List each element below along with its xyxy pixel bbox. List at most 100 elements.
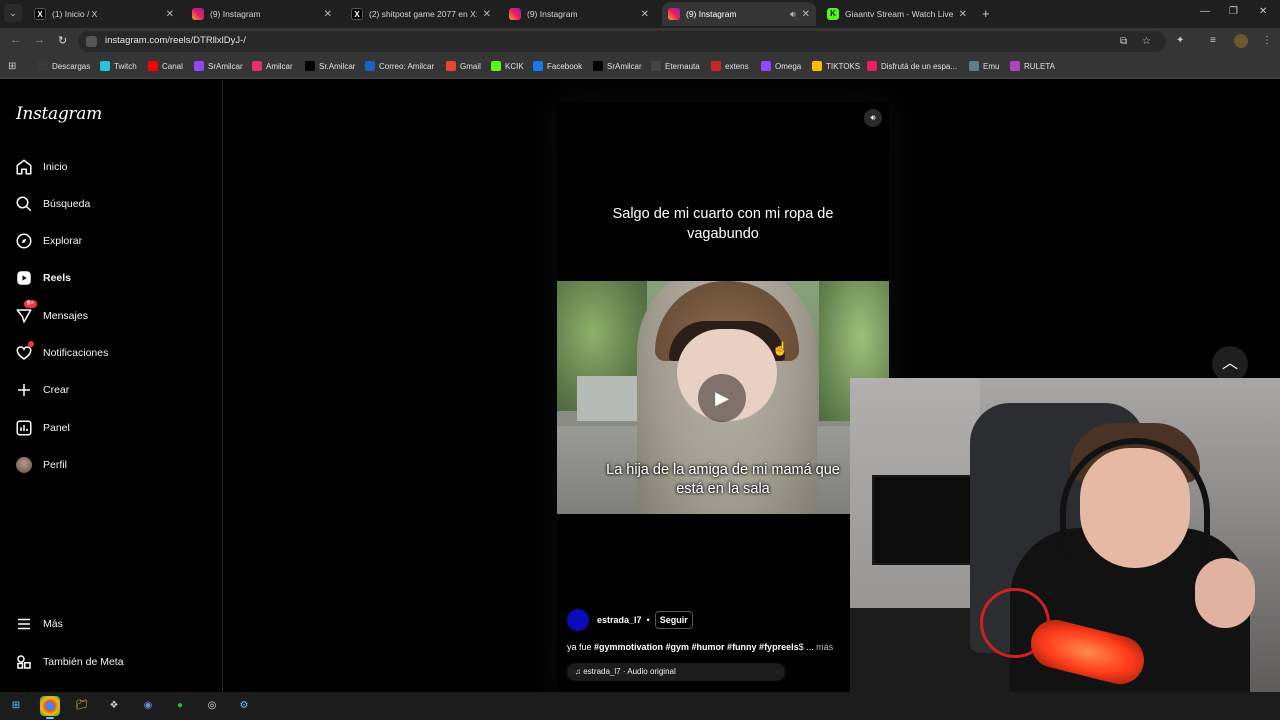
nav-reels[interactable]: Reels — [14, 266, 71, 290]
nav-inicio[interactable]: Inicio — [14, 155, 68, 179]
x-logo-icon: X — [351, 8, 363, 20]
more-link[interactable]: más — [816, 642, 833, 652]
tab-search-button[interactable]: ⌄ — [4, 4, 22, 22]
steam-icon[interactable]: ⚙ — [234, 696, 254, 716]
close-tab-icon[interactable]: ✕ — [959, 9, 967, 20]
install-app-icon[interactable]: ⧉ — [1120, 36, 1127, 47]
bookmark-star-icon[interactable]: ☆ — [1142, 36, 1151, 47]
bookmark-label: extens — [725, 61, 749, 71]
hand-cursor-icon: ☝ — [772, 341, 789, 356]
bookmark-label: Facebook — [547, 61, 583, 71]
hashtags[interactable]: #gymmotivation #gym #humor #funny #fypre… — [594, 642, 799, 652]
tab-instagram-active[interactable]: (9) Instagram 🔊︎ ✕ — [662, 2, 816, 26]
nav-perfil[interactable]: Perfil — [14, 453, 67, 477]
bookmark-item[interactable]: SrAmilcar — [194, 61, 243, 71]
bookmark-item[interactable]: Emu — [969, 61, 999, 71]
back-icon[interactable]: ← — [10, 34, 21, 46]
nav-tambien-de-meta[interactable]: También de Meta — [14, 650, 124, 674]
nav-notificaciones[interactable]: Notificaciones — [14, 341, 108, 365]
follow-button[interactable]: Seguir — [654, 611, 693, 629]
bookmark-item[interactable]: SrAmilcar — [593, 61, 642, 71]
site-info-icon[interactable] — [86, 36, 97, 47]
close-tab-icon[interactable]: ✕ — [483, 9, 491, 20]
author-avatar[interactable] — [567, 609, 589, 631]
speaker-icon[interactable]: 🔊︎ — [864, 109, 882, 127]
tab-x-home[interactable]: X (1) Inicio / X ✕ — [28, 2, 180, 26]
reel-video[interactable]: ▶ La hija de la amiga de mi mamá que est… — [557, 281, 889, 514]
bookmark-item[interactable]: Descargas — [38, 61, 90, 71]
discord-icon[interactable]: ◉ — [138, 696, 158, 716]
windows-start-icon[interactable]: ⊞ — [6, 696, 26, 716]
bookmark-item[interactable]: Twitch — [100, 61, 137, 71]
bookmark-label: Omega — [775, 61, 802, 71]
chrome-menu-icon[interactable]: ⋮ — [1262, 35, 1272, 46]
close-tab-icon[interactable]: ✕ — [324, 9, 332, 20]
search-icon — [14, 194, 34, 214]
apps-grid-icon[interactable]: ⊞ — [8, 61, 16, 72]
bookmark-item[interactable]: Amilcar — [252, 61, 293, 71]
kick-icon: K — [827, 8, 839, 20]
download-icon — [38, 61, 48, 71]
bookmark-item[interactable]: TIKTOKS — [812, 61, 860, 71]
separator: • — [646, 615, 650, 625]
bookmark-item[interactable]: Sr.Amilcar — [305, 61, 355, 71]
obs-icon[interactable]: ◎ — [202, 696, 222, 716]
bookmark-item[interactable]: RULETA — [1010, 61, 1055, 71]
reel-card[interactable]: 🔊︎ Salgo de mi cuarto con mi ropa de vag… — [557, 102, 889, 692]
forward-icon[interactable]: → — [34, 34, 45, 46]
audio-chip[interactable]: ♫ estrada_l7 · Audio original — [567, 663, 785, 681]
spotify-icon[interactable]: ● — [170, 696, 190, 716]
audio-label: estrada_l7 · Audio original — [583, 667, 676, 676]
previous-reel-button[interactable]: ︿ — [1212, 346, 1248, 382]
nav-label: Mensajes — [43, 310, 88, 322]
tab-instagram-2[interactable]: (9) Instagram ✕ — [503, 2, 655, 26]
bookmark-item[interactable]: Canal — [148, 61, 183, 71]
author-username[interactable]: estrada_l7 — [597, 615, 642, 625]
close-tab-icon[interactable]: ✕ — [166, 9, 174, 20]
nav-explorar[interactable]: Explorar — [14, 229, 82, 253]
nav-mas[interactable]: Más — [14, 612, 63, 636]
bookmark-item[interactable]: Gmail — [446, 61, 481, 71]
bookmark-item[interactable]: KCIK — [491, 61, 524, 71]
kick-icon — [491, 61, 501, 71]
media-controls-icon[interactable]: ≡ — [1210, 35, 1216, 46]
chrome-icon[interactable] — [40, 696, 60, 719]
speaker-icon[interactable]: 🔊︎ — [790, 9, 796, 20]
close-tab-icon[interactable]: ✕ — [641, 9, 649, 20]
tab-title: (9) Instagram — [686, 9, 737, 19]
bookmark-item[interactable]: Facebook — [533, 61, 582, 71]
extensions-icon[interactable]: ✦ — [1176, 35, 1184, 46]
app-icon[interactable]: ❖ — [104, 696, 124, 716]
address-bar[interactable]: instagram.com/reels/DTRllxlDyJ-/ ⧉ ☆ — [78, 31, 1166, 52]
reload-icon[interactable]: ↻ — [58, 34, 67, 47]
bookmark-item[interactable]: Disfrutá de un espa... — [867, 61, 957, 71]
nav-crear[interactable]: Crear — [14, 378, 69, 402]
profile-avatar — [14, 455, 34, 475]
menu-icon — [14, 614, 34, 634]
profile-avatar[interactable] — [1234, 34, 1248, 48]
nav-panel[interactable]: Panel — [14, 416, 70, 440]
x-logo-icon: X — [34, 8, 46, 20]
tab-x-shitpost[interactable]: X (2) shitpost game 2077 en X: "h ✕ — [345, 2, 497, 26]
gmail-icon — [446, 61, 456, 71]
play-icon[interactable]: ▶ — [698, 374, 746, 422]
webcam-overlay — [850, 378, 1280, 692]
nav-busqueda[interactable]: Búsqueda — [14, 192, 90, 216]
instagram-logo[interactable]: Instagram — [16, 104, 102, 124]
nav-mensajes[interactable]: 9+ Mensajes — [14, 300, 88, 328]
minimize-icon[interactable]: — — [1200, 6, 1210, 17]
tab-instagram-1[interactable]: (9) Instagram ✕ — [186, 2, 338, 26]
bookmark-item[interactable]: Omega — [761, 61, 801, 71]
video-subtitle: La hija de la amiga de mi mamá que está … — [606, 462, 840, 497]
restore-icon[interactable]: ❐ — [1229, 6, 1238, 17]
close-window-icon[interactable]: ✕ — [1259, 6, 1267, 17]
plus-icon — [14, 380, 34, 400]
new-tab-button[interactable]: + — [982, 6, 990, 21]
bookmark-item[interactable]: Eternauta — [651, 61, 700, 71]
close-tab-icon[interactable]: ✕ — [802, 9, 810, 20]
tab-kick-stream[interactable]: K Giaantv Stream - Watch Live or ✕ — [821, 2, 973, 26]
file-explorer-icon[interactable]: 📁︎ — [72, 696, 92, 716]
bookmark-item[interactable]: Correo: Amilcar — [365, 61, 434, 71]
bookmark-item[interactable]: extens — [711, 61, 749, 71]
messenger-icon: 9+ — [14, 300, 37, 326]
